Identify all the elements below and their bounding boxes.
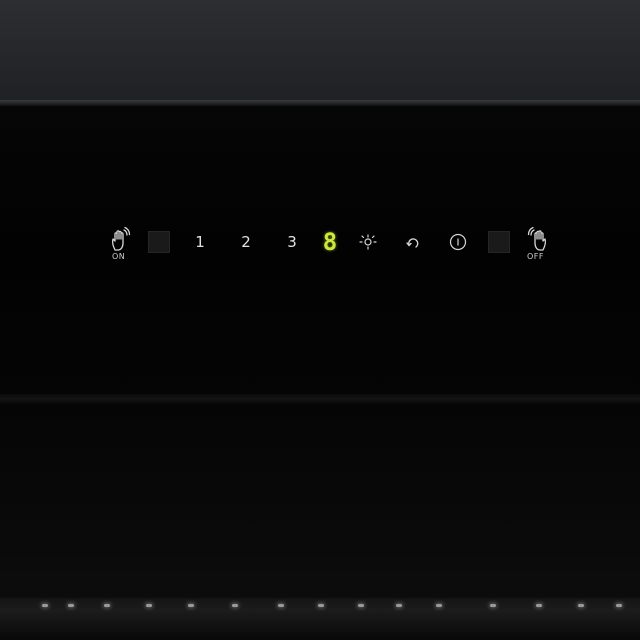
led-light [232,604,238,607]
light-button[interactable] [358,232,378,252]
on-label: ON [112,252,126,261]
hood-lower-body [0,404,640,604]
led-light [358,604,364,607]
gesture-on-button[interactable]: ON [108,226,134,261]
led-light [396,604,402,607]
led-light [536,604,542,607]
panel-seam [0,394,640,404]
led-light [436,604,442,607]
range-hood-scene: ON 1 2 3 8 OFF [0,0,640,640]
led-light [578,604,584,607]
gesture-off-button[interactable]: OFF [524,226,550,261]
speed-1-button[interactable]: 1 [190,232,210,252]
wall-background [0,0,640,104]
led-light [42,604,48,607]
led-light [490,604,496,607]
speed-2-button[interactable]: 2 [236,232,256,252]
led-light [146,604,152,607]
led-light [318,604,324,607]
timer-button[interactable] [403,233,423,253]
off-label: OFF [527,252,544,261]
left-touch-key[interactable] [148,231,170,253]
speed-display: 8 [322,228,338,256]
led-light [68,604,74,607]
led-light [188,604,194,607]
power-button[interactable] [448,232,468,252]
power-icon [449,233,467,251]
delay-timer-icon [406,238,419,248]
led-light [278,604,284,607]
right-touch-key[interactable] [488,231,510,253]
light-bulb-icon [359,234,377,250]
speed-3-button[interactable]: 3 [282,232,302,252]
led-light [616,604,622,607]
led-light [104,604,110,607]
